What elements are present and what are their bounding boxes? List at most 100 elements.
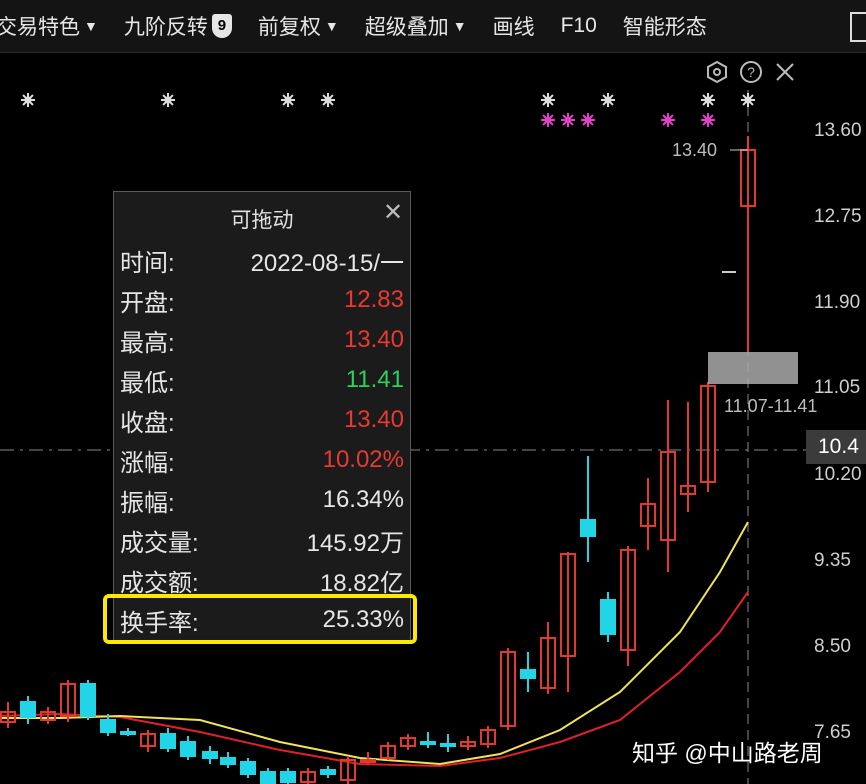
candle-body (180, 741, 196, 757)
candle-body (220, 757, 236, 765)
candle-body (420, 741, 436, 745)
popup-row-value: 18.82亿 (319, 569, 404, 597)
caret-down-icon: ▼ (324, 18, 339, 34)
toolbar-item-smart-pattern[interactable]: 智能形态 (623, 11, 707, 41)
toolbar-label: F10 (560, 14, 597, 37)
candle-body (280, 771, 296, 783)
high-price-marker: 13.40 (672, 140, 718, 160)
signal-star-icon (561, 113, 575, 127)
popup-title: 可拖动 (230, 209, 294, 232)
signal-star-icon (701, 113, 715, 127)
popup-row-value: 145.92万 (306, 529, 404, 557)
popup-row: 涨幅: 10.02% (120, 442, 404, 478)
popup-row: 振幅: 16.34% (120, 482, 404, 518)
popup-row-label: 成交量: (120, 529, 199, 557)
popup-row-label: 涨幅: (120, 449, 175, 477)
candle-body (360, 759, 376, 763)
candle-body (440, 743, 456, 747)
toolbar-item-trading-features[interactable]: 交易特色 ▼ (0, 11, 98, 41)
popup-row-value: 2022-08-15/一 (250, 249, 404, 277)
signal-star-icon (321, 93, 335, 107)
toolbar-item-f10[interactable]: F10 (561, 14, 597, 38)
chart-tool-icons: ? (704, 60, 798, 86)
popup-row: 最高: 13.40 (120, 322, 404, 358)
price-axis-label: 8.50 (814, 636, 851, 657)
close-icon[interactable]: ✕ (380, 198, 406, 227)
popup-row: 成交量: 145.92万 (120, 522, 404, 558)
popup-row-label: 振幅: (120, 489, 175, 517)
popup-row-value: 10.02% (322, 446, 404, 473)
signal-star-icon (741, 93, 755, 107)
candle-body (160, 733, 176, 749)
price-axis-label: 12.75 (814, 206, 862, 227)
candle-body (80, 683, 96, 717)
close-icon[interactable] (772, 60, 798, 86)
popup-row-value: 16.34% (322, 486, 404, 513)
signal-star-icon (601, 93, 615, 107)
window-toggle-icon[interactable] (850, 12, 866, 42)
toolbar-label: 九阶反转 (123, 16, 208, 39)
chart-toolbar: 交易特色 ▼ 九阶反转 9 前复权 ▼ 超级叠加 ▼ 画线 F10 智能形态 (0, 0, 866, 53)
signal-star-icon (661, 113, 675, 127)
popup-row-label: 收盘: (120, 409, 175, 437)
candle-body (240, 761, 256, 775)
popup-row-label: 最低: (120, 369, 175, 397)
popup-row: 成交额: 18.82亿 (120, 562, 404, 598)
toolbar-label: 前复权 (257, 16, 321, 39)
nine-badge-icon: 9 (211, 14, 232, 38)
turnover-highlight-box (103, 594, 417, 644)
candle-body (260, 771, 276, 784)
signal-star-icon (161, 93, 175, 107)
popup-row-label: 最高: (120, 329, 175, 357)
hexagon-settings-icon[interactable] (704, 60, 730, 86)
candle-body (520, 669, 536, 679)
signal-star-icon (281, 93, 295, 107)
candle-body (320, 769, 336, 775)
candle-body (120, 731, 136, 735)
price-range-label: 11.07-11.41 (724, 396, 818, 416)
signal-star-icon (541, 113, 555, 127)
candle-info-popup[interactable]: 可拖动 ✕ 时间: 2022-08-15/一开盘: 12.83 最高: 13.40 最低:… (113, 191, 411, 643)
popup-row-label: 时间: (120, 249, 175, 277)
signal-star-icon (21, 93, 35, 107)
svg-text:?: ? (747, 64, 755, 80)
price-axis-label: 10.20 (814, 464, 862, 485)
toolbar-label: 智能形态 (622, 16, 707, 39)
signal-star-icon (541, 93, 555, 107)
toolbar-label: 超级叠加 (364, 16, 449, 39)
signal-star-icon (701, 93, 715, 107)
popup-row: 最低: 11.41 (120, 362, 404, 398)
price-axis-label: 11.90 (814, 292, 861, 313)
candle-body (202, 751, 218, 759)
popup-row-value: 12.83 (343, 286, 404, 313)
price-range-box (708, 352, 798, 384)
popup-row-value: 11.41 (345, 366, 404, 393)
toolbar-item-nine-reversal[interactable]: 九阶反转 9 (124, 11, 232, 41)
toolbar-item-super-overlay[interactable]: 超级叠加 ▼ (365, 11, 467, 41)
toolbar-label: 交易特色 (0, 16, 80, 39)
popup-row-value: 13.40 (343, 326, 404, 353)
popup-row: 时间: 2022-08-15/一 (120, 242, 404, 278)
price-axis: 13.60 12.75 11.90 11.05 10.20 9.35 8.50 … (806, 52, 866, 784)
toolbar-item-forward-adjust[interactable]: 前复权 ▼ (258, 11, 339, 41)
toolbar-item-draw-line[interactable]: 画线 (493, 11, 535, 41)
price-axis-label: 13.60 (814, 120, 862, 141)
caret-down-icon: ▼ (84, 18, 98, 34)
candle-body (580, 519, 596, 537)
candle-body (600, 599, 616, 635)
candle-body (20, 701, 36, 718)
candle-body (100, 719, 116, 733)
price-axis-label: 11.05 (814, 377, 861, 398)
popup-row-label: 开盘: (120, 289, 175, 317)
current-price-tag: 10.4 (806, 430, 866, 464)
toolbar-label: 画线 (492, 16, 535, 39)
popup-row: 开盘: 12.83 (120, 282, 404, 318)
popup-row-label: 成交额: (120, 569, 199, 597)
watermark: 知乎 @中山路老周 (632, 740, 823, 766)
signal-star-icon (581, 113, 595, 127)
popup-row-value: 13.40 (343, 406, 404, 433)
popup-row: 收盘: 13.40 (120, 402, 404, 438)
help-icon[interactable]: ? (738, 60, 764, 86)
price-axis-label: 9.35 (814, 550, 851, 571)
caret-down-icon: ▼ (452, 18, 467, 34)
